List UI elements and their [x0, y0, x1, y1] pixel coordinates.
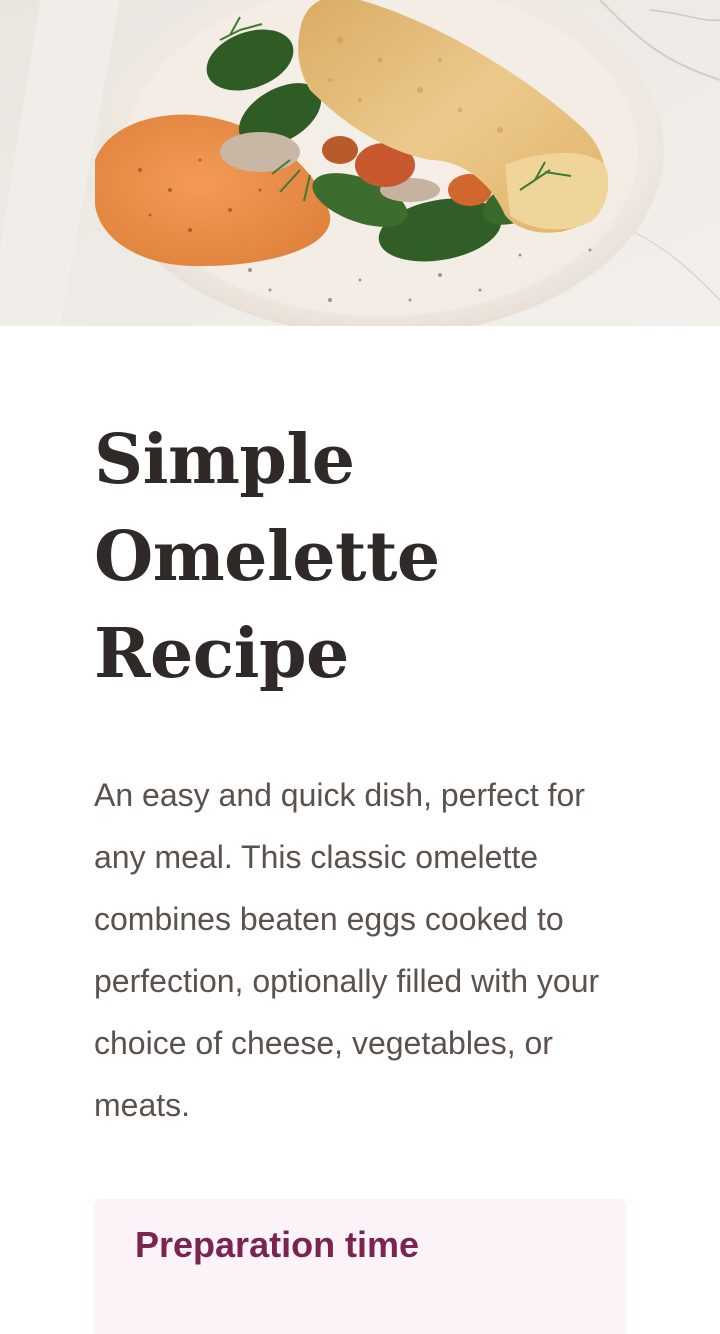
- recipe-description: An easy and quick dish, perfect for any …: [94, 777, 600, 1123]
- omelette-photo-icon: [0, 0, 720, 326]
- recipe-title-line-2: Omelette: [94, 517, 440, 597]
- hero-image: [0, 0, 720, 326]
- recipe-page: Simple Omelette Recipe An easy and quick…: [0, 0, 720, 1334]
- preparation-time-card: Preparation time: [94, 1199, 626, 1334]
- recipe-title: Simple Omelette Recipe: [94, 412, 654, 703]
- recipe-title-line-3: Recipe: [94, 614, 349, 694]
- preparation-time-heading: Preparation time: [135, 1224, 420, 1265]
- recipe-title-line-1: Simple: [94, 420, 355, 500]
